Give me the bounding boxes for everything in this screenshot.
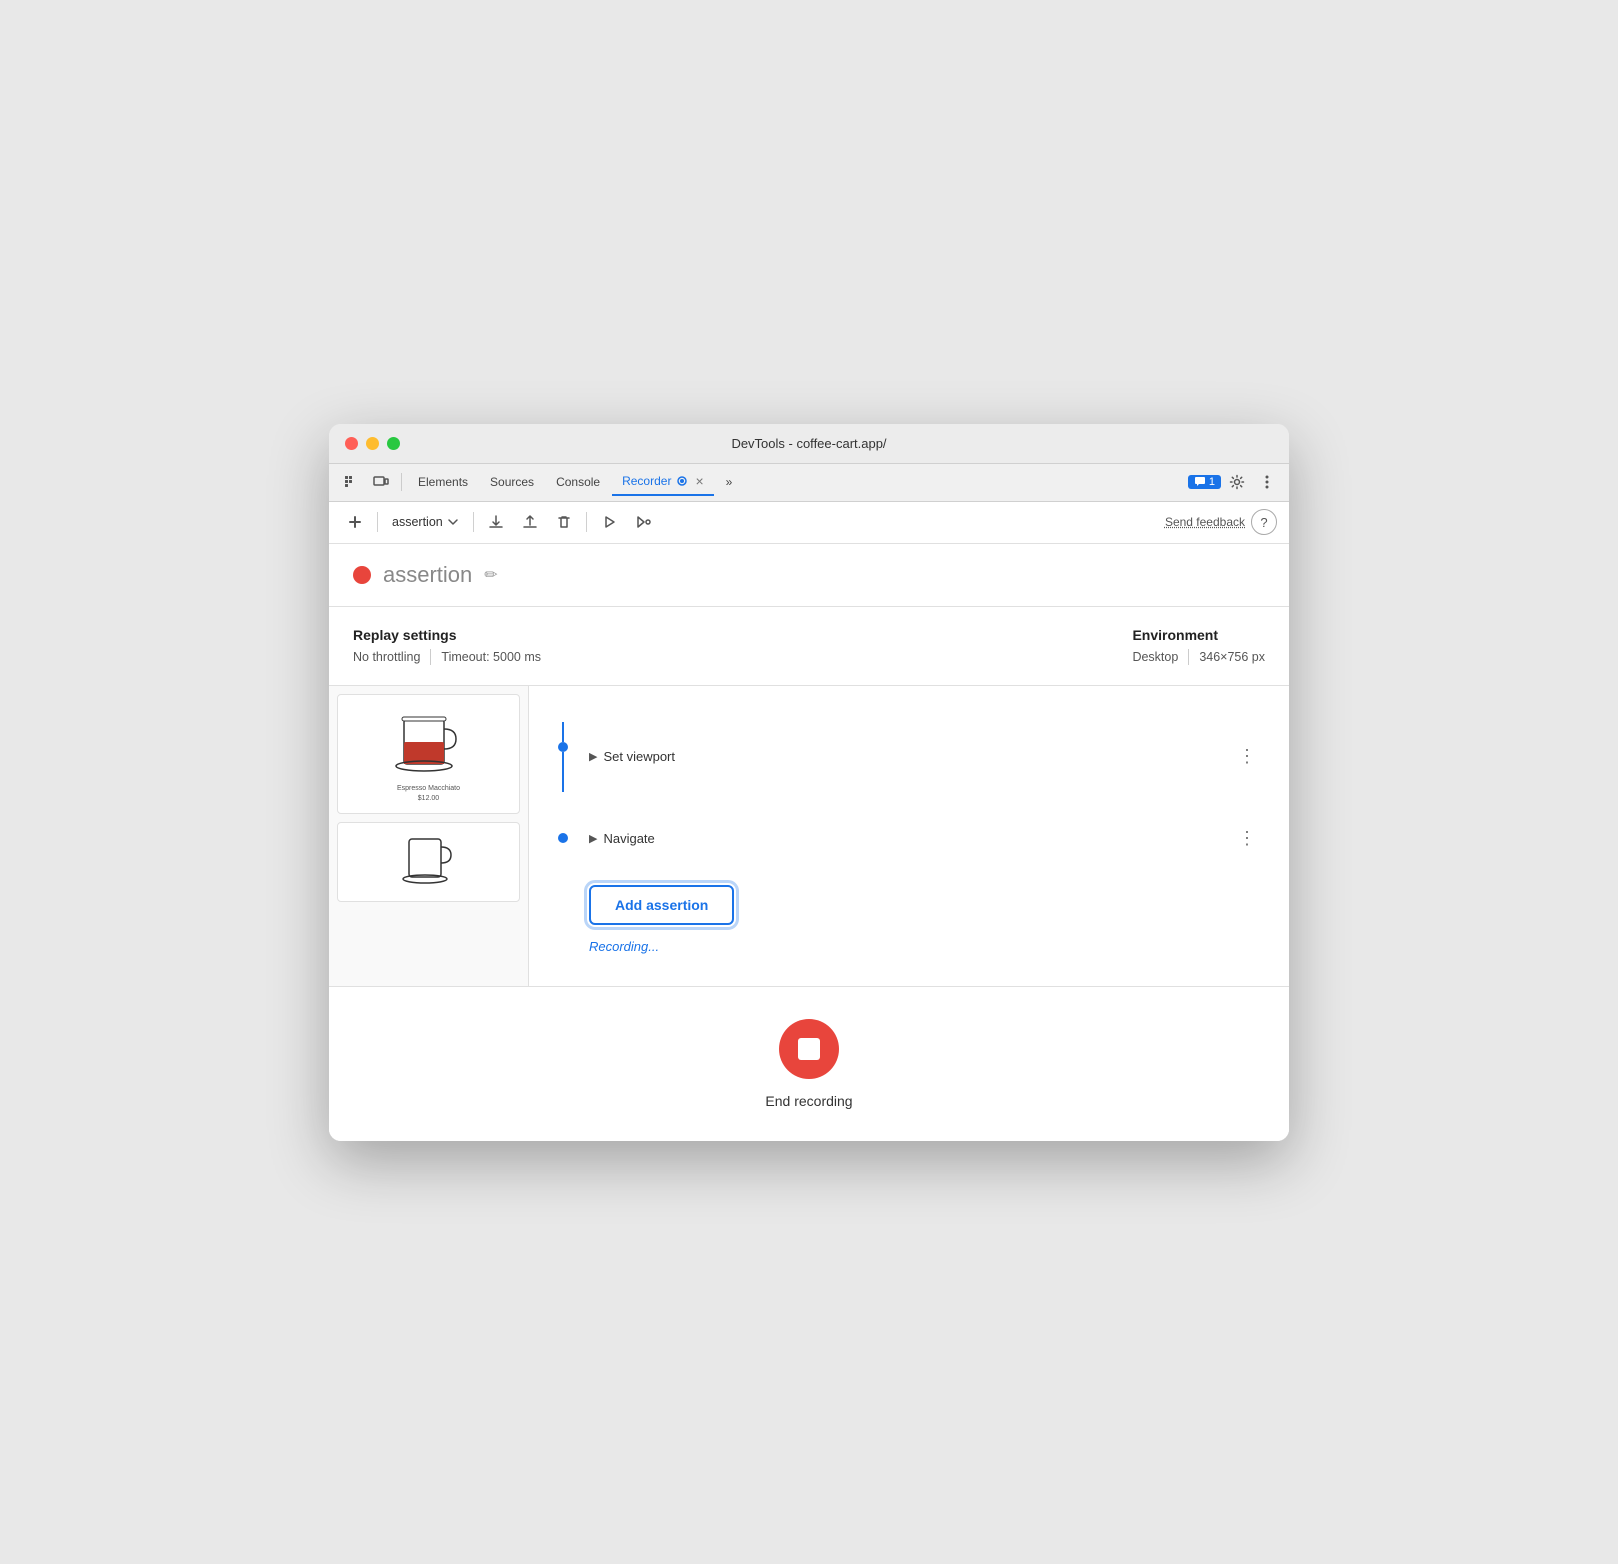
env-sep bbox=[1188, 649, 1189, 665]
step-content-2[interactable]: ▶ Navigate bbox=[589, 831, 1230, 846]
toolbar-sep-1 bbox=[377, 512, 378, 532]
steps-list: ▶ Set viewport ⋮ ▶ bbox=[529, 686, 1289, 974]
device-icon[interactable] bbox=[367, 468, 395, 496]
delete-button[interactable] bbox=[550, 508, 578, 536]
replay-settings-title: Replay settings bbox=[353, 627, 541, 643]
close-button[interactable] bbox=[345, 437, 358, 450]
environment-detail: Desktop 346×756 px bbox=[1132, 649, 1265, 665]
toolbar-sep-3 bbox=[586, 512, 587, 532]
coffee-label-1: Espresso Macchiato$12.00 bbox=[397, 784, 460, 802]
tab-console[interactable]: Console bbox=[546, 468, 610, 496]
toolbar-sep-2 bbox=[473, 512, 474, 532]
step-connector-2 bbox=[553, 833, 573, 843]
line-bottom bbox=[562, 752, 564, 792]
step-arrow-1: ▶ bbox=[589, 750, 597, 763]
send-feedback-button[interactable]: Send feedback bbox=[1165, 515, 1245, 529]
settings-sep bbox=[430, 649, 431, 665]
step-content-1[interactable]: ▶ Set viewport bbox=[589, 749, 1230, 764]
step-more-2[interactable]: ⋮ bbox=[1230, 824, 1265, 853]
edit-name-icon[interactable]: ✏ bbox=[484, 565, 497, 585]
step-navigate: ▶ Navigate ⋮ bbox=[553, 808, 1265, 869]
step-label-2: ▶ Navigate bbox=[589, 831, 1230, 846]
tab-sources[interactable]: Sources bbox=[480, 468, 544, 496]
end-recording-section: End recording bbox=[329, 986, 1289, 1141]
import-button[interactable] bbox=[516, 508, 544, 536]
end-recording-label: End recording bbox=[765, 1093, 852, 1109]
steps-area: Espresso Macchiato$12.00 bbox=[329, 686, 1289, 986]
settings-section: Replay settings No throttling Timeout: 5… bbox=[329, 607, 1289, 686]
step-more-1[interactable]: ⋮ bbox=[1230, 742, 1265, 771]
environment-title: Environment bbox=[1132, 627, 1265, 643]
recording-header: assertion ✏ bbox=[329, 544, 1289, 607]
environment-settings: Environment Desktop 346×756 px bbox=[1132, 627, 1265, 665]
settings-icon[interactable] bbox=[1223, 468, 1251, 496]
tab-recorder[interactable]: Recorder × bbox=[612, 468, 714, 496]
chevron-down-icon bbox=[447, 516, 459, 528]
cursor-icon[interactable] bbox=[337, 468, 365, 496]
maximize-button[interactable] bbox=[387, 437, 400, 450]
export-button[interactable] bbox=[482, 508, 510, 536]
stop-icon bbox=[798, 1038, 820, 1060]
more-options-icon[interactable] bbox=[1253, 468, 1281, 496]
help-button[interactable]: ? bbox=[1251, 509, 1277, 535]
recording-selector[interactable]: assertion bbox=[386, 511, 465, 533]
tab-divider-1 bbox=[401, 473, 402, 491]
step-dot-1 bbox=[558, 742, 568, 752]
add-assertion-button[interactable]: Add assertion bbox=[589, 885, 734, 925]
tabs-bar: Elements Sources Console Recorder × » 1 bbox=[329, 464, 1289, 502]
device-value: Desktop bbox=[1132, 650, 1178, 664]
recording-name: assertion bbox=[383, 562, 472, 588]
recording-indicator bbox=[353, 566, 371, 584]
toolbar: assertion bbox=[329, 502, 1289, 544]
minimize-button[interactable] bbox=[366, 437, 379, 450]
screenshot-2 bbox=[337, 822, 520, 902]
window-title: DevTools - coffee-cart.app/ bbox=[731, 436, 886, 451]
step-label-1: ▶ Set viewport bbox=[589, 749, 1230, 764]
timeout-value: Timeout: 5000 ms bbox=[441, 650, 541, 664]
coffee-cup-svg-2 bbox=[401, 829, 456, 894]
add-recording-button[interactable] bbox=[341, 508, 369, 536]
step-button[interactable] bbox=[629, 508, 657, 536]
play-button[interactable] bbox=[595, 508, 623, 536]
steps-container: ▶ Set viewport ⋮ ▶ bbox=[529, 686, 1289, 986]
main-content: assertion ✏ Replay settings No throttlin… bbox=[329, 544, 1289, 1141]
step-arrow-2: ▶ bbox=[589, 832, 597, 845]
throttling-value: No throttling bbox=[353, 650, 420, 664]
step-dot-2 bbox=[558, 833, 568, 843]
coffee-cup-svg bbox=[394, 704, 464, 784]
stop-recording-button[interactable] bbox=[779, 1019, 839, 1079]
tab-close-recorder[interactable]: × bbox=[695, 473, 703, 489]
add-assertion-area: Add assertion Recording... bbox=[589, 869, 1265, 954]
tab-more[interactable]: » bbox=[716, 468, 743, 496]
replay-settings: Replay settings No throttling Timeout: 5… bbox=[353, 627, 541, 665]
step-set-viewport: ▶ Set viewport ⋮ bbox=[553, 706, 1265, 808]
screenshot-1: Espresso Macchiato$12.00 bbox=[337, 694, 520, 814]
devtools-window: DevTools - coffee-cart.app/ Elements Sou… bbox=[329, 424, 1289, 1141]
preview-panel: Espresso Macchiato$12.00 bbox=[329, 686, 529, 986]
title-bar: DevTools - coffee-cart.app/ bbox=[329, 424, 1289, 464]
line-top bbox=[562, 722, 564, 742]
step-connector-1 bbox=[553, 722, 573, 792]
chat-icon bbox=[1194, 476, 1206, 488]
traffic-lights bbox=[345, 437, 400, 450]
dimensions-value: 346×756 px bbox=[1199, 650, 1265, 664]
notifications-badge[interactable]: 1 bbox=[1188, 475, 1221, 489]
recording-status: Recording... bbox=[589, 939, 659, 954]
recorder-icon bbox=[675, 474, 689, 488]
preview-image: Espresso Macchiato$12.00 bbox=[329, 686, 528, 910]
tab-elements[interactable]: Elements bbox=[408, 468, 478, 496]
replay-settings-detail: No throttling Timeout: 5000 ms bbox=[353, 649, 541, 665]
